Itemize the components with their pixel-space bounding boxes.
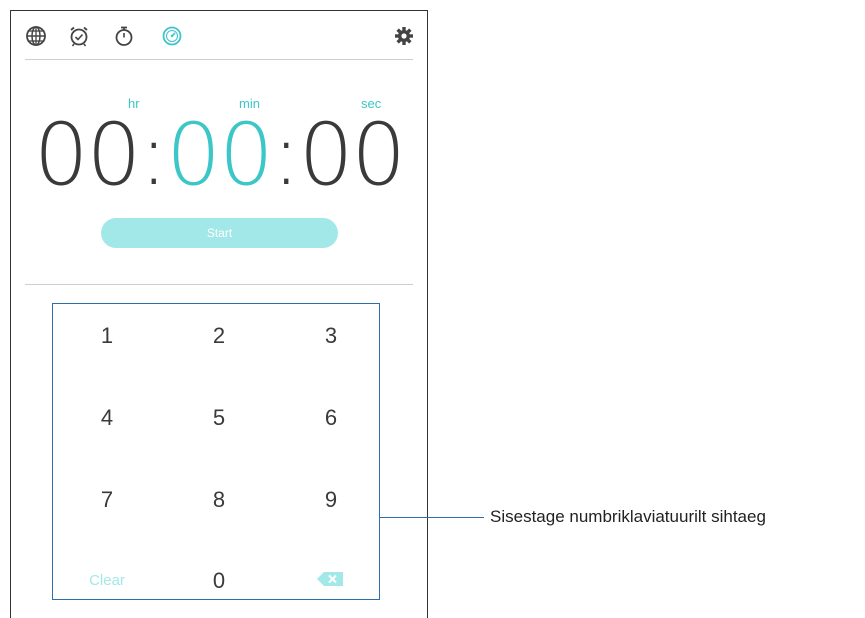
keypad-key-1[interactable]: 1	[67, 311, 147, 361]
globe-icon[interactable]	[25, 25, 47, 47]
keypad-key-5[interactable]: 5	[179, 393, 259, 443]
start-button[interactable]: Start	[101, 218, 338, 248]
keypad-key-4[interactable]: 4	[67, 393, 147, 443]
timer-display: 00:00:00	[11, 103, 427, 207]
backspace-icon[interactable]	[317, 572, 345, 588]
settings-gear-icon[interactable]	[393, 25, 415, 47]
keypad-divider	[25, 284, 413, 285]
minutes-value[interactable]: 00	[166, 105, 273, 205]
hours-value[interactable]: 00	[34, 105, 141, 205]
keypad-key-9[interactable]: 9	[291, 475, 371, 525]
stopwatch-icon[interactable]	[113, 25, 135, 47]
keypad-key-6[interactable]: 6	[291, 393, 371, 443]
callout-line	[380, 517, 484, 518]
keypad-key-8[interactable]: 8	[179, 475, 259, 525]
keypad-key-2[interactable]: 2	[179, 311, 259, 361]
callout-label: Sisestage numbriklaviatuurilt sihtaeg	[490, 507, 766, 526]
tab-bar	[11, 11, 427, 59]
tab-bar-divider	[25, 59, 413, 60]
clear-button[interactable]: Clear	[67, 556, 147, 606]
numeric-keypad: 1 2 3 4 5 6 7 8 9 Clear 0	[52, 303, 380, 600]
time-separator: :	[271, 105, 301, 205]
timer-icon[interactable]	[161, 25, 183, 47]
keypad-key-3[interactable]: 3	[291, 311, 371, 361]
keypad-key-0[interactable]: 0	[179, 556, 259, 606]
time-separator: :	[139, 105, 168, 205]
keypad-key-7[interactable]: 7	[67, 475, 147, 525]
alarm-icon[interactable]	[68, 25, 90, 47]
seconds-value[interactable]: 00	[299, 105, 406, 205]
